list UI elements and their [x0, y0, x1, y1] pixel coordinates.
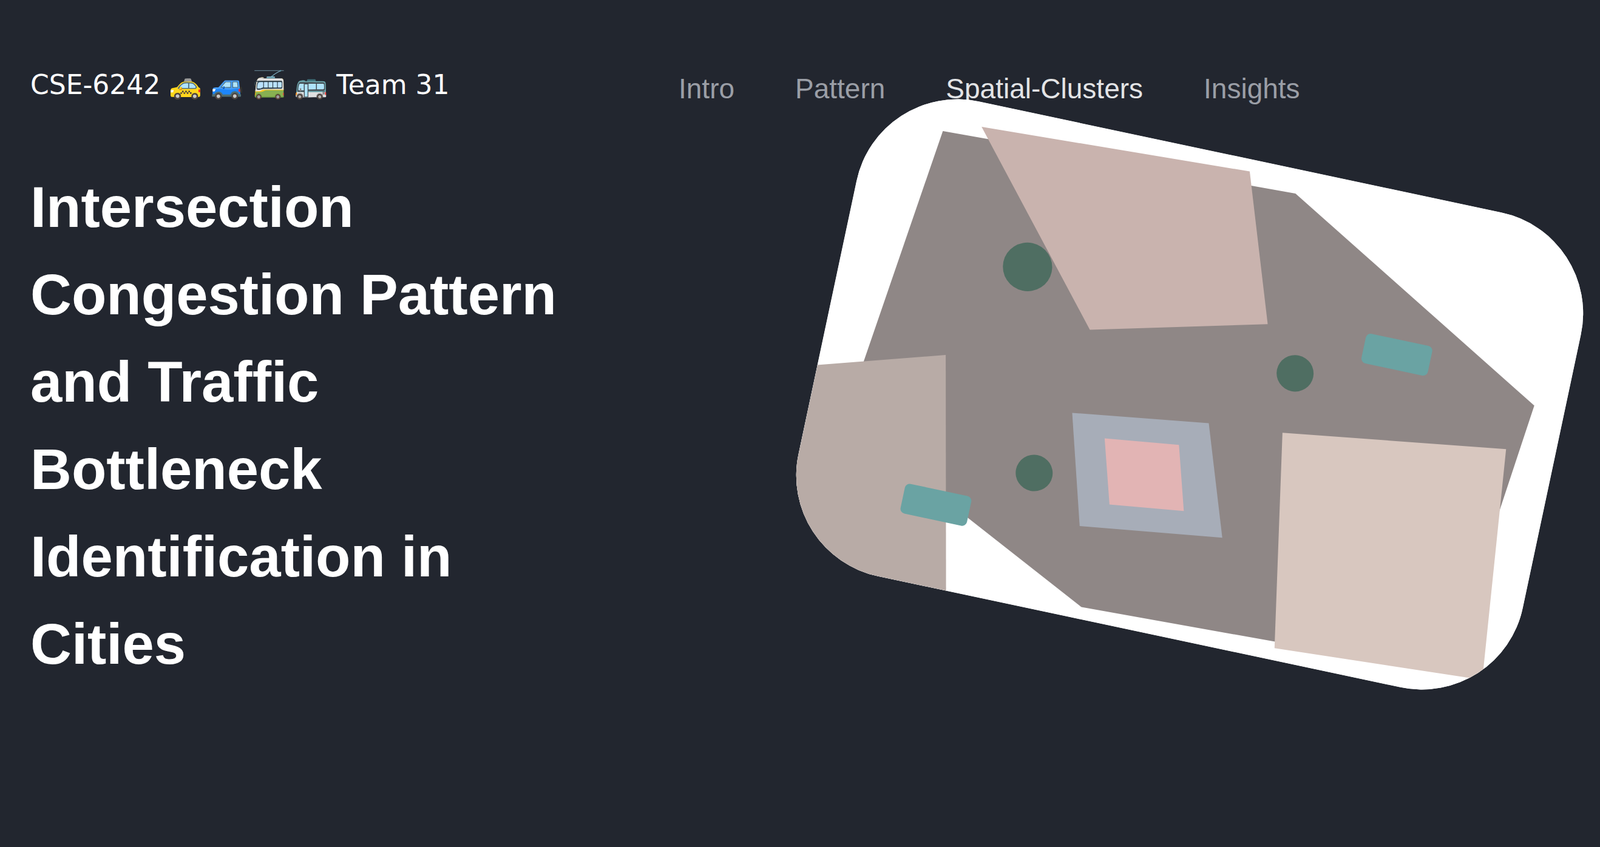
picture-area — [795, 91, 1585, 699]
nav-link[interactable]: Intro — [678, 72, 735, 106]
header: CSE-6242 🚕 🚙 🚎 🚌 Team 31 Intro Pattern Spa… — [0, 0, 1600, 110]
title-line: and Traffic — [30, 338, 711, 427]
title-line: Congestion Pattern — [30, 251, 711, 339]
title-line: Intersection — [30, 163, 711, 252]
nav: Intro Pattern Spatial-Clusters Insights — [678, 64, 1301, 106]
intersection-illustration-icon — [776, 80, 1600, 709]
nav-link[interactable]: Pattern — [795, 72, 885, 106]
title-line: Cities — [30, 600, 711, 689]
nav-link[interactable]: Spatial-Clusters — [945, 72, 1143, 106]
brand[interactable]: CSE-6242 🚕 🚙 🚎 🚌 Team 31 — [30, 69, 679, 101]
hero: IntersectionCongestion Patternand Traffi… — [0, 109, 1600, 699]
title-line: Identification in — [30, 513, 711, 601]
hero-title: IntersectionCongestion Patternand Traffi… — [30, 163, 711, 689]
nav-link[interactable]: Insights — [1203, 72, 1301, 106]
title-line: Bottleneck — [30, 426, 711, 514]
page: CSE-6242 🚕 🚙 🚎 🚌 Team 31 Intro Pattern Spa… — [0, 0, 1600, 847]
hero-image — [776, 80, 1600, 709]
